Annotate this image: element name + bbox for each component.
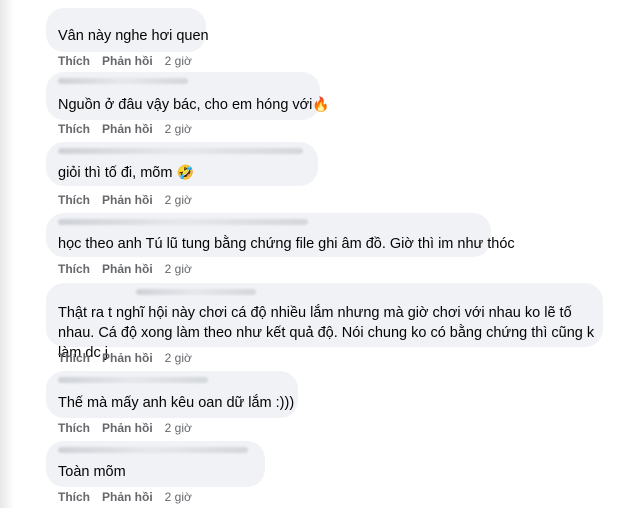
page-edge-shadow [0,0,14,508]
comment-bubble: Vân này nghe hơi quen [46,8,209,52]
comment-bubble: Toàn mõm [46,441,265,487]
comment-text: Thế mà mấy anh kêu oan dữ lắm :))) [58,395,295,411]
fire-emoji-icon: 🔥 [312,96,330,112]
reply-button[interactable]: Phản hồi [102,54,153,68]
reply-button[interactable]: Phản hồi [102,421,153,435]
comment-bubble: Nguồn ở đâu vậy bác, cho em hóng với🔥 [46,72,330,120]
reply-button[interactable]: Phản hồi [102,122,153,136]
comment-bubble: Thế mà mấy anh kêu oan dữ lắm :))) [46,371,298,418]
blurred-author-name [58,377,208,383]
comment-actions: Thích Phản hồi 2 giờ [58,262,192,276]
comment-actions: Thích Phản hồi 2 giờ [58,490,192,504]
reply-button[interactable]: Phản hồi [102,490,153,504]
blurred-author-name [58,219,308,225]
reply-button[interactable]: Phản hồi [102,351,153,365]
like-button[interactable]: Thích [58,54,90,68]
comment-text: Toàn mõm [58,464,126,480]
comment-text: Nguồn ở đâu vậy bác, cho em hóng với🔥 [58,94,330,115]
watermark-logo [258,245,364,279]
comment-actions: Thích Phản hồi 2 giờ [58,54,192,68]
comment-actions: Thích Phản hồi 2 giờ [58,421,192,435]
comment-time[interactable]: 2 giờ [165,193,192,207]
like-button[interactable]: Thích [58,421,90,435]
laughing-emoji-icon: 🤣 [176,164,194,180]
like-button[interactable]: Thích [58,122,90,136]
comment-time[interactable]: 2 giờ [165,122,192,136]
blurred-author-name [58,78,188,84]
comment-bubble: Thật ra t nghĩ hội này chơi cá độ nhiều … [46,283,603,361]
comment-text: Vân này nghe hơi quen [58,28,209,44]
comment-text-body: giỏi thì tố đi, mõm [58,165,173,181]
comment-time[interactable]: 2 giờ [165,421,192,435]
like-button[interactable]: Thích [58,193,90,207]
blurred-author-name [58,447,248,453]
blurred-author-name [58,148,303,154]
like-button[interactable]: Thích [58,490,90,504]
reply-button[interactable]: Phản hồi [102,262,153,276]
comment-actions: Thích Phản hồi 2 giờ [58,122,192,136]
comment-actions: Thích Phản hồi 2 giờ [58,193,192,207]
blurred-author-name [136,289,256,295]
comment-text-body: Nguồn ở đâu vậy bác, cho em hóng với [58,97,313,113]
reply-button[interactable]: Phản hồi [102,193,153,207]
comment-bubble: giỏi thì tố đi, mõm 🤣 [46,142,318,186]
comment-time[interactable]: 2 giờ [165,490,192,504]
comment-actions: Thích Phản hồi 2 giờ [58,351,192,365]
like-button[interactable]: Thích [58,262,90,276]
like-button[interactable]: Thích [58,351,90,365]
comment-text: giỏi thì tố đi, mõm 🤣 [58,162,194,183]
comment-time[interactable]: 2 giờ [165,54,192,68]
comment-time[interactable]: 2 giờ [165,351,192,365]
comment-time[interactable]: 2 giờ [165,262,192,276]
